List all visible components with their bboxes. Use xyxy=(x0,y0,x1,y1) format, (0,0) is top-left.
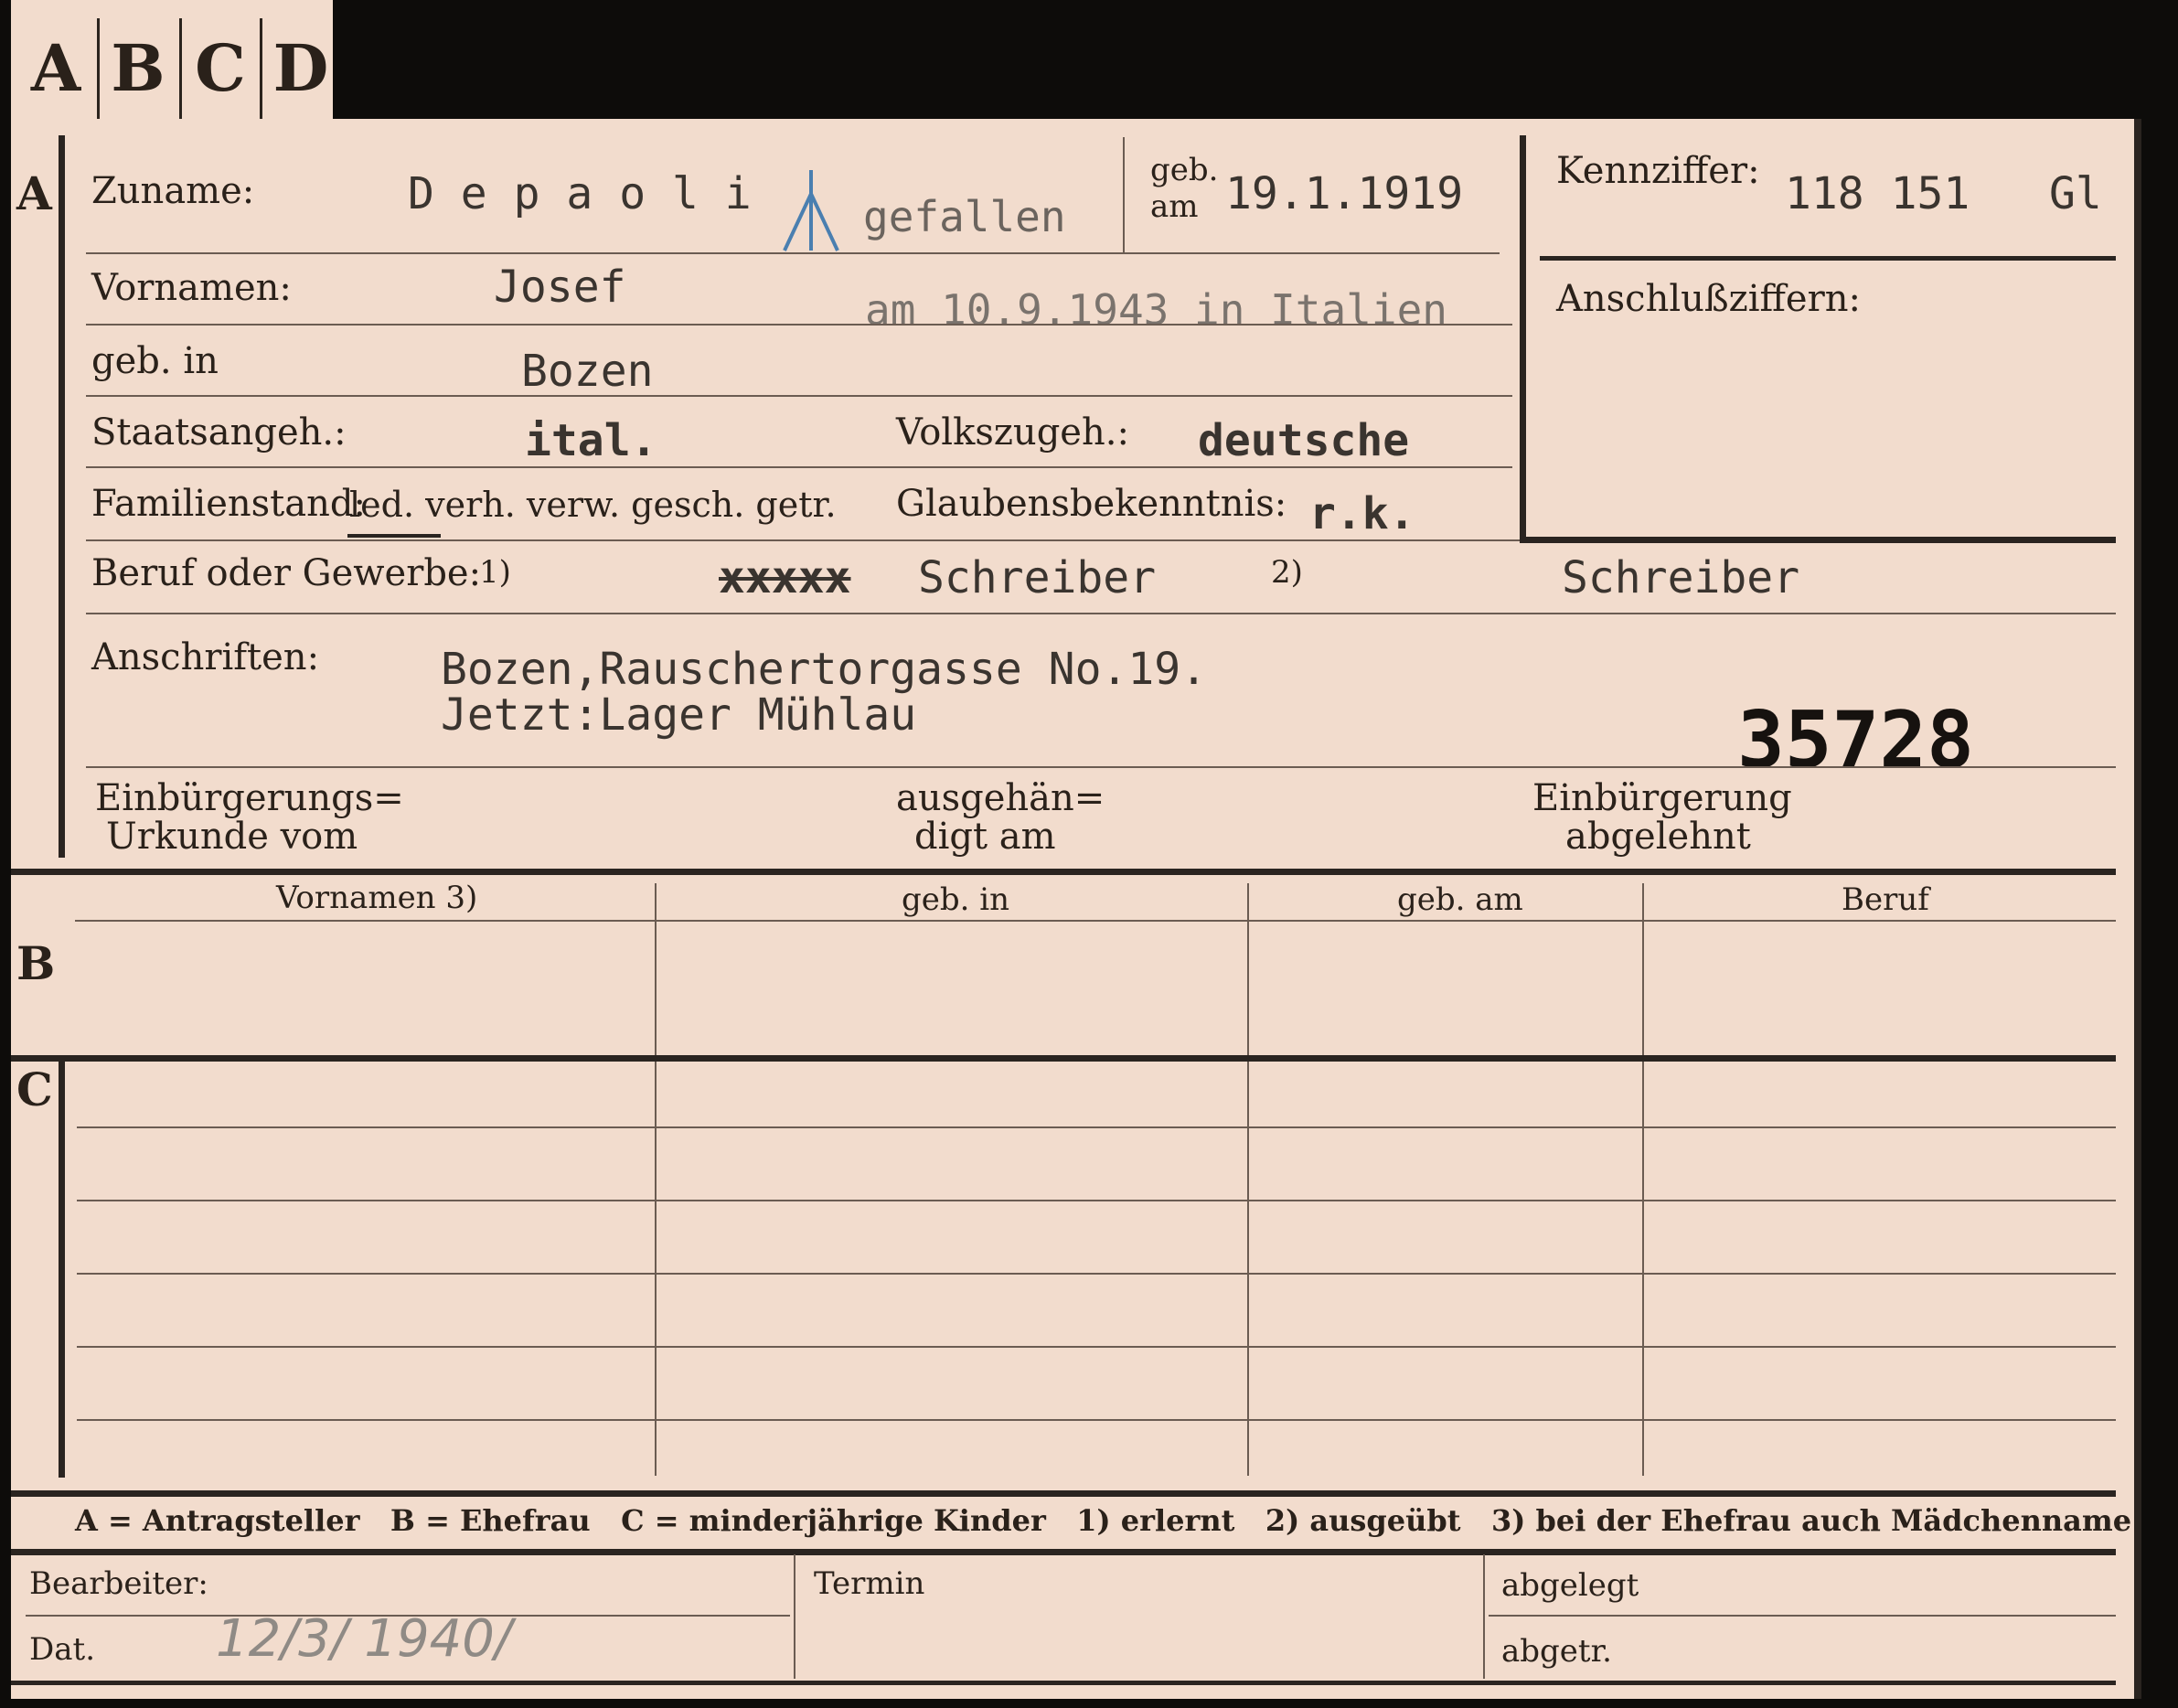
col-divider xyxy=(655,883,657,1476)
row-rule xyxy=(86,466,1512,468)
footer-rule xyxy=(1489,1615,2116,1617)
familienstand-underline xyxy=(347,534,441,538)
glaubens-value: r.k. xyxy=(1309,488,1415,539)
kennziffer-box-bottom xyxy=(1520,537,2116,543)
volkszugeh-value: deutsche xyxy=(1198,415,1410,466)
einb-label-1: Einbürgerungs= xyxy=(95,777,404,819)
child-row-rule xyxy=(77,1273,2116,1275)
bearbeiter-label: Bearbeiter: xyxy=(29,1565,208,1602)
beruf-label: Beruf oder Gewerbe: xyxy=(91,552,482,594)
section-bc-divider xyxy=(11,1055,2116,1062)
row-rule xyxy=(86,252,1500,254)
row-rule xyxy=(86,539,1520,541)
gefallen-note: gefallen xyxy=(863,192,1066,241)
death-cross-icon xyxy=(783,170,839,251)
stamp-number: 35728 xyxy=(1737,695,1974,786)
child-row-rule xyxy=(77,1126,2116,1128)
tab-d: D xyxy=(272,30,329,106)
geb-am-value: 19.1.1919 xyxy=(1225,168,1464,219)
familienstand-options: led. verh. verw. gesch. getr. xyxy=(349,485,837,525)
glaubens-label: Glaubensbekenntnis: xyxy=(896,483,1287,525)
kennziffer-value: 118 151 Gl xyxy=(1785,168,2102,219)
child-row-rule xyxy=(77,1419,2116,1421)
geb-in-label: geb. in xyxy=(91,340,219,382)
row-rule xyxy=(86,613,2116,614)
child-row-rule xyxy=(77,1346,2116,1348)
col-divider xyxy=(1642,883,1644,1476)
tab-b: B xyxy=(111,30,165,106)
legend-top-rule xyxy=(11,1490,2116,1497)
familienstand-label: Familienstand: xyxy=(91,483,366,525)
legend-text: A = Antragsteller B = Ehefrau C = minder… xyxy=(75,1503,2132,1538)
section-c-left-rule xyxy=(59,1059,65,1478)
beruf-struck-text: xxxxx xyxy=(719,552,851,603)
einb-label-2: Urkunde vom xyxy=(106,816,358,858)
register-tabs: A B C D xyxy=(11,0,333,128)
beruf-footnote-1: 1) xyxy=(479,554,511,591)
geb-am-label-bottom: am xyxy=(1150,188,1199,225)
beruf-erlernt-value: Schreiber xyxy=(918,552,1157,603)
kennziffer-label: Kennziffer: xyxy=(1556,150,1760,192)
zuname-value: D e p a o l i xyxy=(408,168,752,219)
death-note: am 10.9.1943 in Italien xyxy=(865,285,1447,335)
beruf-ausgeuebt-value: Schreiber xyxy=(1562,552,1800,603)
vornamen-value: Josef xyxy=(494,262,626,313)
dat-label: Dat. xyxy=(29,1631,96,1668)
row-rule xyxy=(86,395,1512,397)
dat-value: 12/3/ 1940/ xyxy=(216,1609,512,1669)
termin-label: Termin xyxy=(814,1565,925,1602)
legend-bottom-rule xyxy=(11,1549,2116,1555)
geb-am-label-top: geb. xyxy=(1150,152,1219,188)
abgelehnt-label-1: Einbürgerung xyxy=(1532,777,1792,819)
anschluss-label: Anschlußziffern: xyxy=(1556,278,1861,320)
ausgeh-label-2: digt am xyxy=(914,816,1056,858)
section-c-letter: C xyxy=(16,1062,53,1116)
volkszugeh-label: Volkszugeh.: xyxy=(896,411,1129,454)
section-b-letter: B xyxy=(16,936,56,990)
col-header-geb-in: geb. in xyxy=(902,881,1010,918)
ausgeh-label-1: ausgehän= xyxy=(896,777,1105,819)
row-rule xyxy=(86,324,1512,326)
tab-c: C xyxy=(195,30,246,106)
vornamen-label: Vornamen: xyxy=(91,267,292,309)
row-rule xyxy=(86,766,2116,768)
section-ab-divider xyxy=(11,869,2116,875)
abgetr-label: abgetr. xyxy=(1501,1633,1612,1670)
abgelehnt-label-2: abgelehnt xyxy=(1565,816,1751,858)
section-a-letter: A xyxy=(16,166,52,220)
staatsangeh-value: ital. xyxy=(525,415,657,466)
child-row-rule xyxy=(77,1200,2116,1201)
col-header-beruf: Beruf xyxy=(1842,881,1929,918)
geb-am-divider xyxy=(1123,137,1125,254)
address-line-1: Bozen,Rauschertorgasse No.19. xyxy=(441,644,1208,695)
kennziffer-box-left xyxy=(1520,135,1526,543)
tab-a: A xyxy=(30,30,81,106)
abgelegt-label: abgelegt xyxy=(1501,1567,1639,1604)
col-header-rule xyxy=(75,920,2116,922)
footer-bottom-rule xyxy=(11,1681,2116,1685)
col-divider xyxy=(1247,883,1249,1476)
geb-in-value: Bozen xyxy=(521,346,654,397)
section-a-left-rule xyxy=(59,135,65,858)
beruf-footnote-2: 2) xyxy=(1271,554,1303,591)
zuname-label: Zuname: xyxy=(91,170,255,212)
kennziffer-rule xyxy=(1540,256,2116,261)
col-header-geb-am: geb. am xyxy=(1397,881,1523,918)
staatsangeh-label: Staatsangeh.: xyxy=(91,411,347,454)
col-header-vornamen: Vornamen 3) xyxy=(276,880,478,916)
footer-divider xyxy=(794,1554,795,1679)
footer-divider xyxy=(1483,1554,1485,1679)
anschriften-label: Anschriften: xyxy=(91,636,320,678)
address-line-2: Jetzt:Lager Mühlau xyxy=(441,689,917,741)
